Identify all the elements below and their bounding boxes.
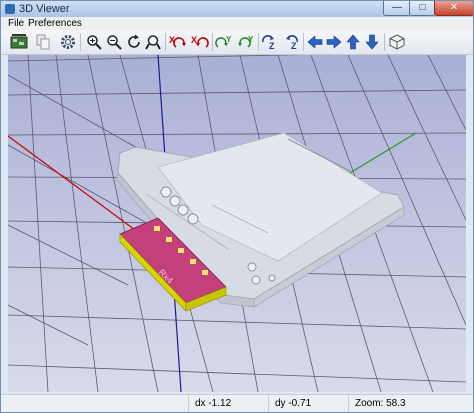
svg-text:Z: Z bbox=[269, 41, 275, 50]
move-down-icon[interactable] bbox=[363, 33, 381, 51]
zoom-in-icon[interactable] bbox=[85, 33, 103, 51]
svg-text:Z: Z bbox=[291, 41, 297, 50]
svg-text:X: X bbox=[191, 35, 197, 45]
rotate-x-cw-icon[interactable]: X bbox=[169, 33, 187, 51]
toolbar-separator bbox=[384, 33, 385, 51]
zoom-fit-icon[interactable] bbox=[144, 33, 162, 51]
svg-text:Y: Y bbox=[226, 35, 232, 44]
status-dx: dx -1.12 bbox=[188, 395, 268, 412]
title-bar[interactable]: 3D Viewer — □ ✕ bbox=[1, 1, 473, 17]
status-zoom: Zoom: 58.3 bbox=[348, 395, 473, 412]
svg-text:Y: Y bbox=[248, 35, 254, 44]
close-button[interactable]: ✕ bbox=[434, 1, 473, 16]
status-dy: dy -0.71 bbox=[268, 395, 348, 412]
rotate-z-ccw-icon[interactable]: Z bbox=[283, 33, 301, 51]
reload-board-icon[interactable] bbox=[10, 33, 28, 51]
rotate-y-ccw-icon[interactable]: Y bbox=[237, 33, 255, 51]
move-left-icon[interactable] bbox=[306, 33, 324, 51]
app-icon bbox=[5, 4, 15, 14]
rotate-y-cw-icon[interactable]: Y bbox=[215, 33, 233, 51]
ortho-view-icon[interactable] bbox=[388, 33, 406, 51]
menu-preferences[interactable]: Preferences bbox=[28, 18, 82, 29]
settings-icon[interactable] bbox=[59, 33, 77, 51]
maximize-button[interactable]: □ bbox=[409, 1, 436, 16]
move-up-icon[interactable] bbox=[344, 33, 362, 51]
3d-canvas[interactable]: Rx4 bbox=[8, 55, 466, 392]
menu-file[interactable]: File bbox=[8, 18, 24, 29]
toolbar: X X Y Y Z Z bbox=[1, 30, 473, 55]
menu-bar: File Preferences bbox=[1, 17, 473, 30]
toolbar-separator bbox=[303, 33, 304, 51]
rotate-z-cw-icon[interactable]: Z bbox=[261, 33, 279, 51]
rotate-x-ccw-icon[interactable]: X bbox=[191, 33, 209, 51]
viewer-window: 3D Viewer — □ ✕ File Preferences X X Y Y… bbox=[0, 0, 474, 413]
toolbar-separator bbox=[165, 33, 166, 51]
zoom-out-icon[interactable] bbox=[105, 33, 123, 51]
toolbar-separator bbox=[212, 33, 213, 51]
move-right-icon[interactable] bbox=[325, 33, 343, 51]
status-bar: dx -1.12 dy -0.71 Zoom: 58.3 bbox=[1, 394, 473, 412]
toolbar-separator bbox=[258, 33, 259, 51]
minimize-button[interactable]: — bbox=[383, 1, 411, 16]
window-title: 3D Viewer bbox=[19, 3, 70, 15]
toolbar-separator bbox=[80, 33, 81, 51]
copy-image-icon[interactable] bbox=[34, 33, 52, 51]
redraw-icon[interactable] bbox=[125, 33, 143, 51]
